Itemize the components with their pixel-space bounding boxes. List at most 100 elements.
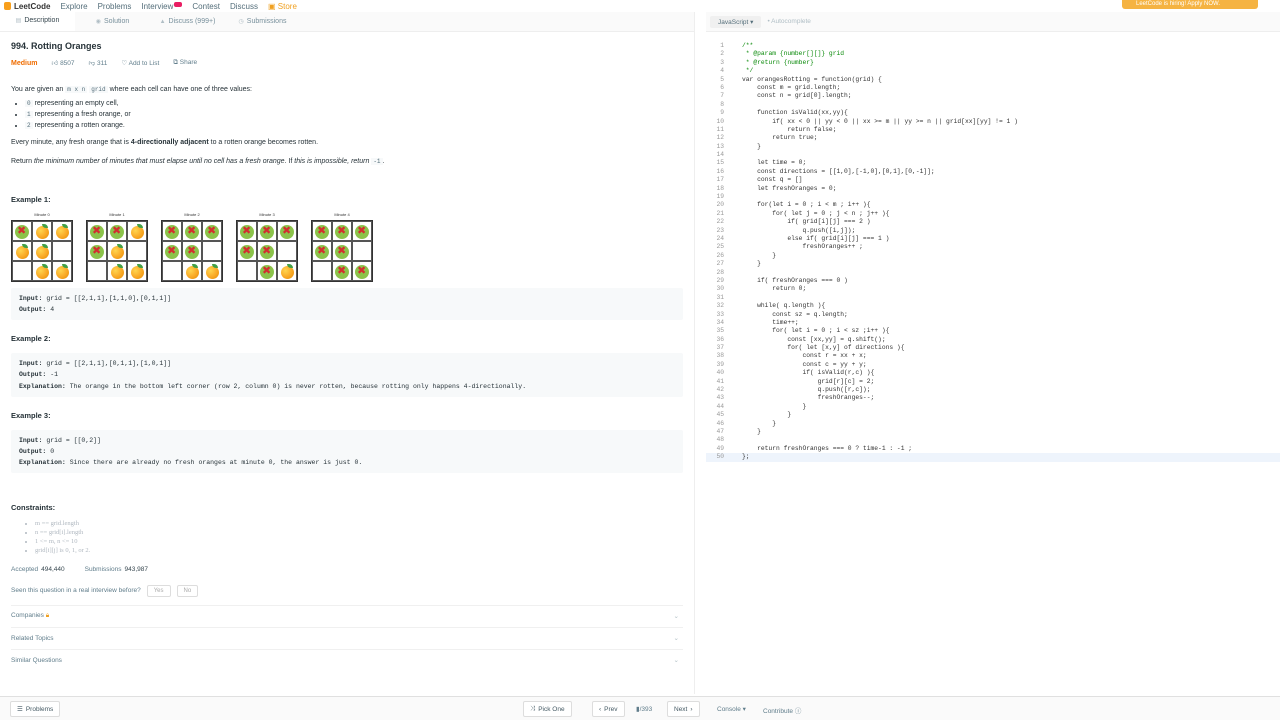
code-line[interactable]: 45 }: [706, 411, 1280, 419]
rotten-orange-icon: [185, 244, 199, 260]
flask-icon: ▲: [159, 18, 166, 25]
code-line[interactable]: 46 }: [706, 420, 1280, 428]
nav-explore[interactable]: Explore: [60, 2, 87, 11]
code-line[interactable]: 27 }: [706, 260, 1280, 268]
code-line[interactable]: 39 const c = yy + y;: [706, 361, 1280, 369]
code-line[interactable]: 44 }: [706, 403, 1280, 411]
code-line[interactable]: 17 const q = []: [706, 176, 1280, 184]
autocomplete-toggle[interactable]: • Autocomplete: [767, 18, 810, 25]
code-line[interactable]: 15 let time = 0;: [706, 159, 1280, 167]
share-button[interactable]: ⧉ Share: [173, 59, 197, 67]
fresh-orange-cell: [127, 261, 147, 282]
line-number: 16: [716, 167, 724, 175]
page-indicator[interactable]: ▮/393: [636, 705, 652, 713]
example-output: 4: [50, 306, 55, 314]
code-line[interactable]: 36 const [xx,yy] = q.shift();: [706, 336, 1280, 344]
code-line[interactable]: 43 freshOranges--;: [706, 394, 1280, 402]
code-line[interactable]: 6 const m = grid.length;: [706, 84, 1280, 92]
language-select[interactable]: JavaScript ▾: [710, 15, 762, 28]
rotten-orange-cell: [332, 241, 352, 262]
code-line[interactable]: 30 return 0;: [706, 285, 1280, 293]
line-number: 45: [716, 411, 724, 419]
code-line[interactable]: 19: [706, 193, 1280, 201]
pick-one-button[interactable]: ⤨ Pick One: [523, 701, 572, 717]
gutter: [726, 327, 742, 335]
code-line[interactable]: 47 }: [706, 428, 1280, 436]
code-line[interactable]: 41 grid[r][c] = 2;: [706, 378, 1280, 386]
code-line[interactable]: 3 * @return {number}: [706, 59, 1280, 67]
code-line[interactable]: 18 let freshOranges = 0;: [706, 185, 1280, 193]
yes-button[interactable]: Yes: [146, 584, 171, 597]
code-line[interactable]: 4 */: [706, 67, 1280, 75]
problems-button[interactable]: ☰ Problems: [10, 701, 61, 717]
tab-solution[interactable]: ◉ Solution: [75, 12, 150, 31]
code-line[interactable]: 40 if( isValid(r,c) ){: [706, 369, 1280, 377]
code-line[interactable]: 2 * @param {number[][]} grid: [706, 50, 1280, 58]
hiring-banner[interactable]: LeetCode is hiring! Apply NOW.: [1122, 0, 1258, 9]
gutter: [726, 260, 742, 268]
code-line[interactable]: 10 if( xx < 0 || yy < 0 || xx >= m || yy…: [706, 118, 1280, 126]
dislike-button[interactable]: 👎︎ 311: [89, 59, 108, 67]
tab-submissions[interactable]: ◷ Submissions: [225, 12, 300, 31]
add-to-list-button[interactable]: ♡ Add to List: [121, 59, 159, 67]
similar-questions-section[interactable]: Similar Questions ⌄: [11, 648, 683, 671]
problem-content: 994. Rotting Oranges Medium 👍︎ 8507 👎︎ 3…: [0, 41, 694, 671]
like-button[interactable]: 👍︎ 8507: [51, 59, 74, 67]
code-line[interactable]: 48: [706, 436, 1280, 444]
rotten-orange-cell: [352, 221, 372, 242]
code-line[interactable]: 16 const directions = [[1,0],[-1,0],[0,1…: [706, 168, 1280, 176]
code-line[interactable]: 12 return true;: [706, 134, 1280, 142]
code-text: for( let j = 0 ; j < n ; j++ ){: [742, 209, 890, 217]
code-line[interactable]: 11 return false;: [706, 126, 1280, 134]
fresh-orange-icon: [36, 246, 49, 260]
code-line[interactable]: 8: [706, 101, 1280, 109]
line-number: 5: [720, 75, 724, 83]
gutter: [726, 428, 742, 436]
leetcode-logo[interactable]: LeetCode: [4, 2, 50, 11]
code-line[interactable]: 42 q.push([r,c]);: [706, 386, 1280, 394]
input-label: Input:: [19, 295, 43, 303]
code-line[interactable]: 1 /**: [706, 42, 1280, 50]
contribute-button[interactable]: Contribute ⓘ: [763, 705, 801, 715]
console-button[interactable]: Console ▾: [717, 705, 746, 713]
code-line[interactable]: 37 for( let [x,y] of directions ){: [706, 344, 1280, 352]
code-line[interactable]: 49 return freshOranges === 0 ? time-1 : …: [706, 445, 1280, 453]
code-line[interactable]: 22 if( grid[i][j] === 2 ): [706, 218, 1280, 226]
nav-contest[interactable]: Contest: [192, 2, 220, 11]
code-line[interactable]: 34 time++;: [706, 319, 1280, 327]
code-line[interactable]: 13 }: [706, 143, 1280, 151]
code-line[interactable]: 26 }: [706, 252, 1280, 260]
code-line[interactable]: 32 while( q.length ){: [706, 302, 1280, 310]
nav-discuss[interactable]: Discuss: [230, 2, 258, 11]
code-line[interactable]: 38 const r = xx + x;: [706, 352, 1280, 360]
code-line[interactable]: 29 if( freshOranges === 0 ): [706, 277, 1280, 285]
code-line[interactable]: 28: [706, 269, 1280, 277]
nav-store[interactable]: ▣ Store: [268, 2, 297, 11]
nav-problems[interactable]: Problems: [98, 2, 132, 11]
tab-description[interactable]: ▤ Description: [0, 12, 75, 31]
code-line[interactable]: 9 function isValid(xx,yy){: [706, 109, 1280, 117]
code-line[interactable]: 23 q.push([i,j]);: [706, 227, 1280, 235]
code-line[interactable]: 31: [706, 294, 1280, 302]
code-line[interactable]: 24 else if( grid[i][j] === 1 ): [706, 235, 1280, 243]
code-line[interactable]: 50};: [706, 453, 1280, 462]
code-line[interactable]: 20 for(let i = 0 ; i < m ; i++ ){: [706, 201, 1280, 209]
code-line[interactable]: 25 freshOranges++ ;: [706, 243, 1280, 251]
code-text: let freshOranges = 0;: [742, 184, 837, 192]
related-topics-section[interactable]: Related Topics ⌄: [11, 626, 683, 649]
code-line[interactable]: 21 for( let j = 0 ; j < n ; j++ ){: [706, 210, 1280, 218]
rotten-orange-cell: [162, 221, 182, 242]
code-editor[interactable]: 1/** 2 * @param {number[][]} grid 3 * @ret…: [706, 42, 1280, 462]
code-line[interactable]: 14: [706, 151, 1280, 159]
code-line[interactable]: 35 for( let i = 0 ; i < sz ;i++ ){: [706, 327, 1280, 335]
code-line[interactable]: 7 const n = grid[0].length;: [706, 92, 1280, 100]
nav-interview[interactable]: Interview: [141, 1, 183, 11]
code-line[interactable]: 5 var orangesRotting = function(grid) {: [706, 76, 1280, 84]
companies-section[interactable]: Companies 🔒︎ ⌄: [11, 604, 683, 627]
next-button[interactable]: Next ›: [667, 701, 700, 717]
prev-button[interactable]: ‹ Prev: [592, 701, 625, 717]
no-button[interactable]: No: [176, 584, 199, 597]
code-line[interactable]: 33 const sz = q.length;: [706, 311, 1280, 319]
gutter: [726, 118, 742, 126]
tab-discuss[interactable]: ▲ Discuss (999+): [150, 12, 225, 31]
